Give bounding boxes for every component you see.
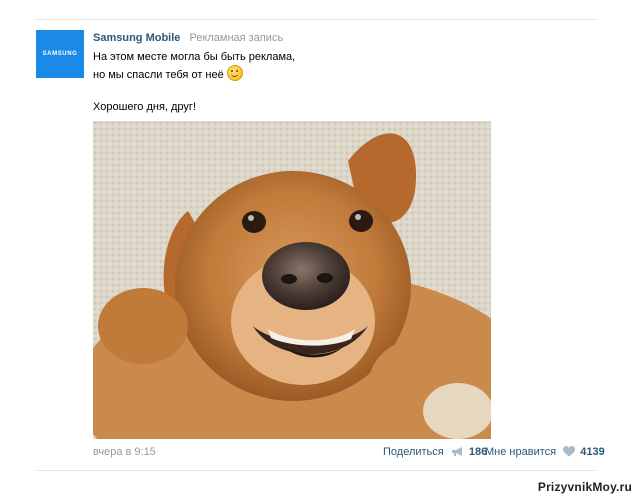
like-count: 4139 xyxy=(580,446,605,458)
post-photo[interactable] xyxy=(93,121,491,439)
post-header: Samsung Mobile Рекламная запись xyxy=(93,32,283,44)
share-button[interactable]: Поделиться 186 xyxy=(383,446,487,458)
post-date[interactable]: вчера в 9:15 xyxy=(93,446,156,458)
post-footer: вчера в 9:15 Поделиться 186 Мне нравится… xyxy=(93,446,605,460)
author-link[interactable]: Samsung Mobile xyxy=(93,32,180,44)
bottom-divider xyxy=(36,470,596,471)
samsung-logo-avatar[interactable]: SAMSUNG xyxy=(36,30,84,78)
post-text-line-1: На этом месте могла бы быть реклама, xyxy=(93,51,296,63)
post-text-line-3: Хорошего дня, друг! xyxy=(93,101,196,113)
heart-icon xyxy=(563,446,576,457)
dog-photo-illustration xyxy=(93,121,491,439)
logo-text: SAMSUNG xyxy=(42,51,78,57)
watermark-text: PrizyvnikMoy.ru xyxy=(537,480,632,494)
ad-label: Рекламная запись xyxy=(189,32,284,44)
like-button[interactable]: Мне нравится 4139 xyxy=(485,446,605,458)
winking-face-icon xyxy=(226,65,243,81)
post-text-line-2-wrap: но мы спасли тебя от неё xyxy=(93,65,513,83)
share-label: Поделиться xyxy=(383,446,444,458)
megaphone-icon xyxy=(451,447,462,456)
like-label: Мне нравится xyxy=(485,446,557,458)
post-text: На этом месте могла бы быть реклама, но … xyxy=(93,49,513,115)
top-divider xyxy=(36,19,596,20)
post-text-line-2: но мы спасли тебя от неё xyxy=(93,69,224,81)
